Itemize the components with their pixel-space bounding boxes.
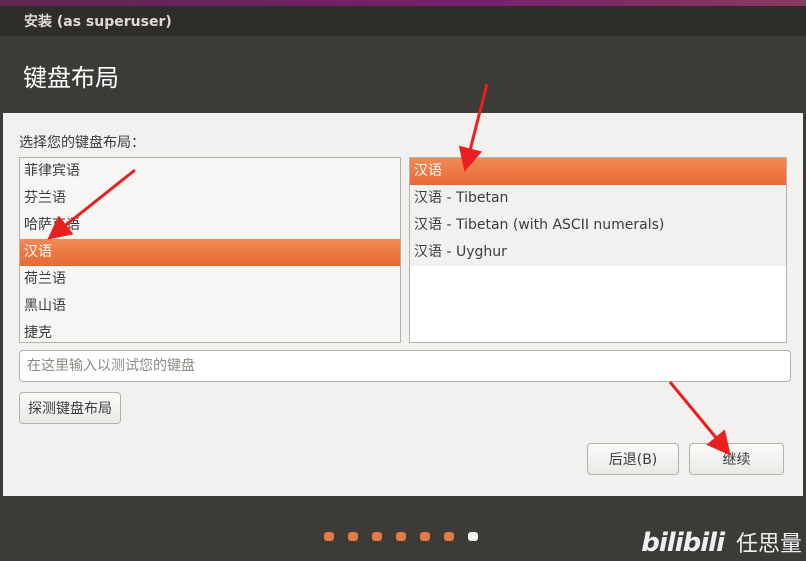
progress-dot: [444, 532, 454, 541]
keyboard-test-input[interactable]: [19, 350, 791, 382]
page-title: 键盘布局: [23, 64, 119, 92]
list-item[interactable]: 捷克: [20, 320, 400, 342]
variant-list-empty-area: [410, 266, 786, 342]
progress-dots: [324, 532, 478, 541]
list-item[interactable]: 汉语 - Uyghur: [410, 239, 786, 266]
layout-list[interactable]: 菲律宾语 芬兰语 哈萨克语 汉语 荷兰语 黑山语 捷克: [19, 157, 401, 343]
watermark: bilibili 任思量: [641, 526, 802, 558]
variant-list[interactable]: 汉语 汉语 - Tibetan 汉语 - Tibetan (with ASCII n…: [409, 157, 787, 343]
page-header: 键盘布局: [3, 36, 803, 113]
list-item[interactable]: 荷兰语: [20, 266, 400, 293]
list-item[interactable]: 芬兰语: [20, 185, 400, 212]
uploader-name: 任思量: [735, 532, 802, 557]
list-item[interactable]: 汉语: [20, 239, 400, 266]
back-button[interactable]: 后退(B): [587, 443, 679, 475]
list-item[interactable]: 哈萨克语: [20, 212, 400, 239]
progress-dot: [372, 532, 382, 541]
list-item[interactable]: 汉语 - Tibetan: [410, 185, 786, 212]
layout-prompt-label: 选择您的键盘布局：: [19, 135, 145, 151]
progress-dot: [348, 532, 358, 541]
list-item[interactable]: 汉语 - Tibetan (with ASCII numerals): [410, 212, 786, 239]
window-titlebar: 安装 (as superuser): [0, 6, 806, 36]
progress-dot: [420, 532, 430, 541]
progress-dot: [324, 532, 334, 541]
content-panel: 选择您的键盘布局： 菲律宾语 芬兰语 哈萨克语 汉语 荷兰语 黑山语 捷克 汉语 汉语 - T…: [3, 113, 803, 496]
bilibili-logo: bilibili: [641, 528, 725, 558]
list-item[interactable]: 菲律宾语: [20, 158, 400, 185]
continue-button[interactable]: 继续: [689, 443, 784, 475]
progress-dot: [396, 532, 406, 541]
window-title: 安装 (as superuser): [24, 14, 172, 30]
list-item[interactable]: 汉语: [410, 158, 786, 185]
progress-dot: [468, 532, 478, 541]
installer-footer: bilibili 任思量: [0, 496, 806, 561]
list-item[interactable]: 黑山语: [20, 293, 400, 320]
detect-layout-button[interactable]: 探测键盘布局: [19, 392, 121, 424]
